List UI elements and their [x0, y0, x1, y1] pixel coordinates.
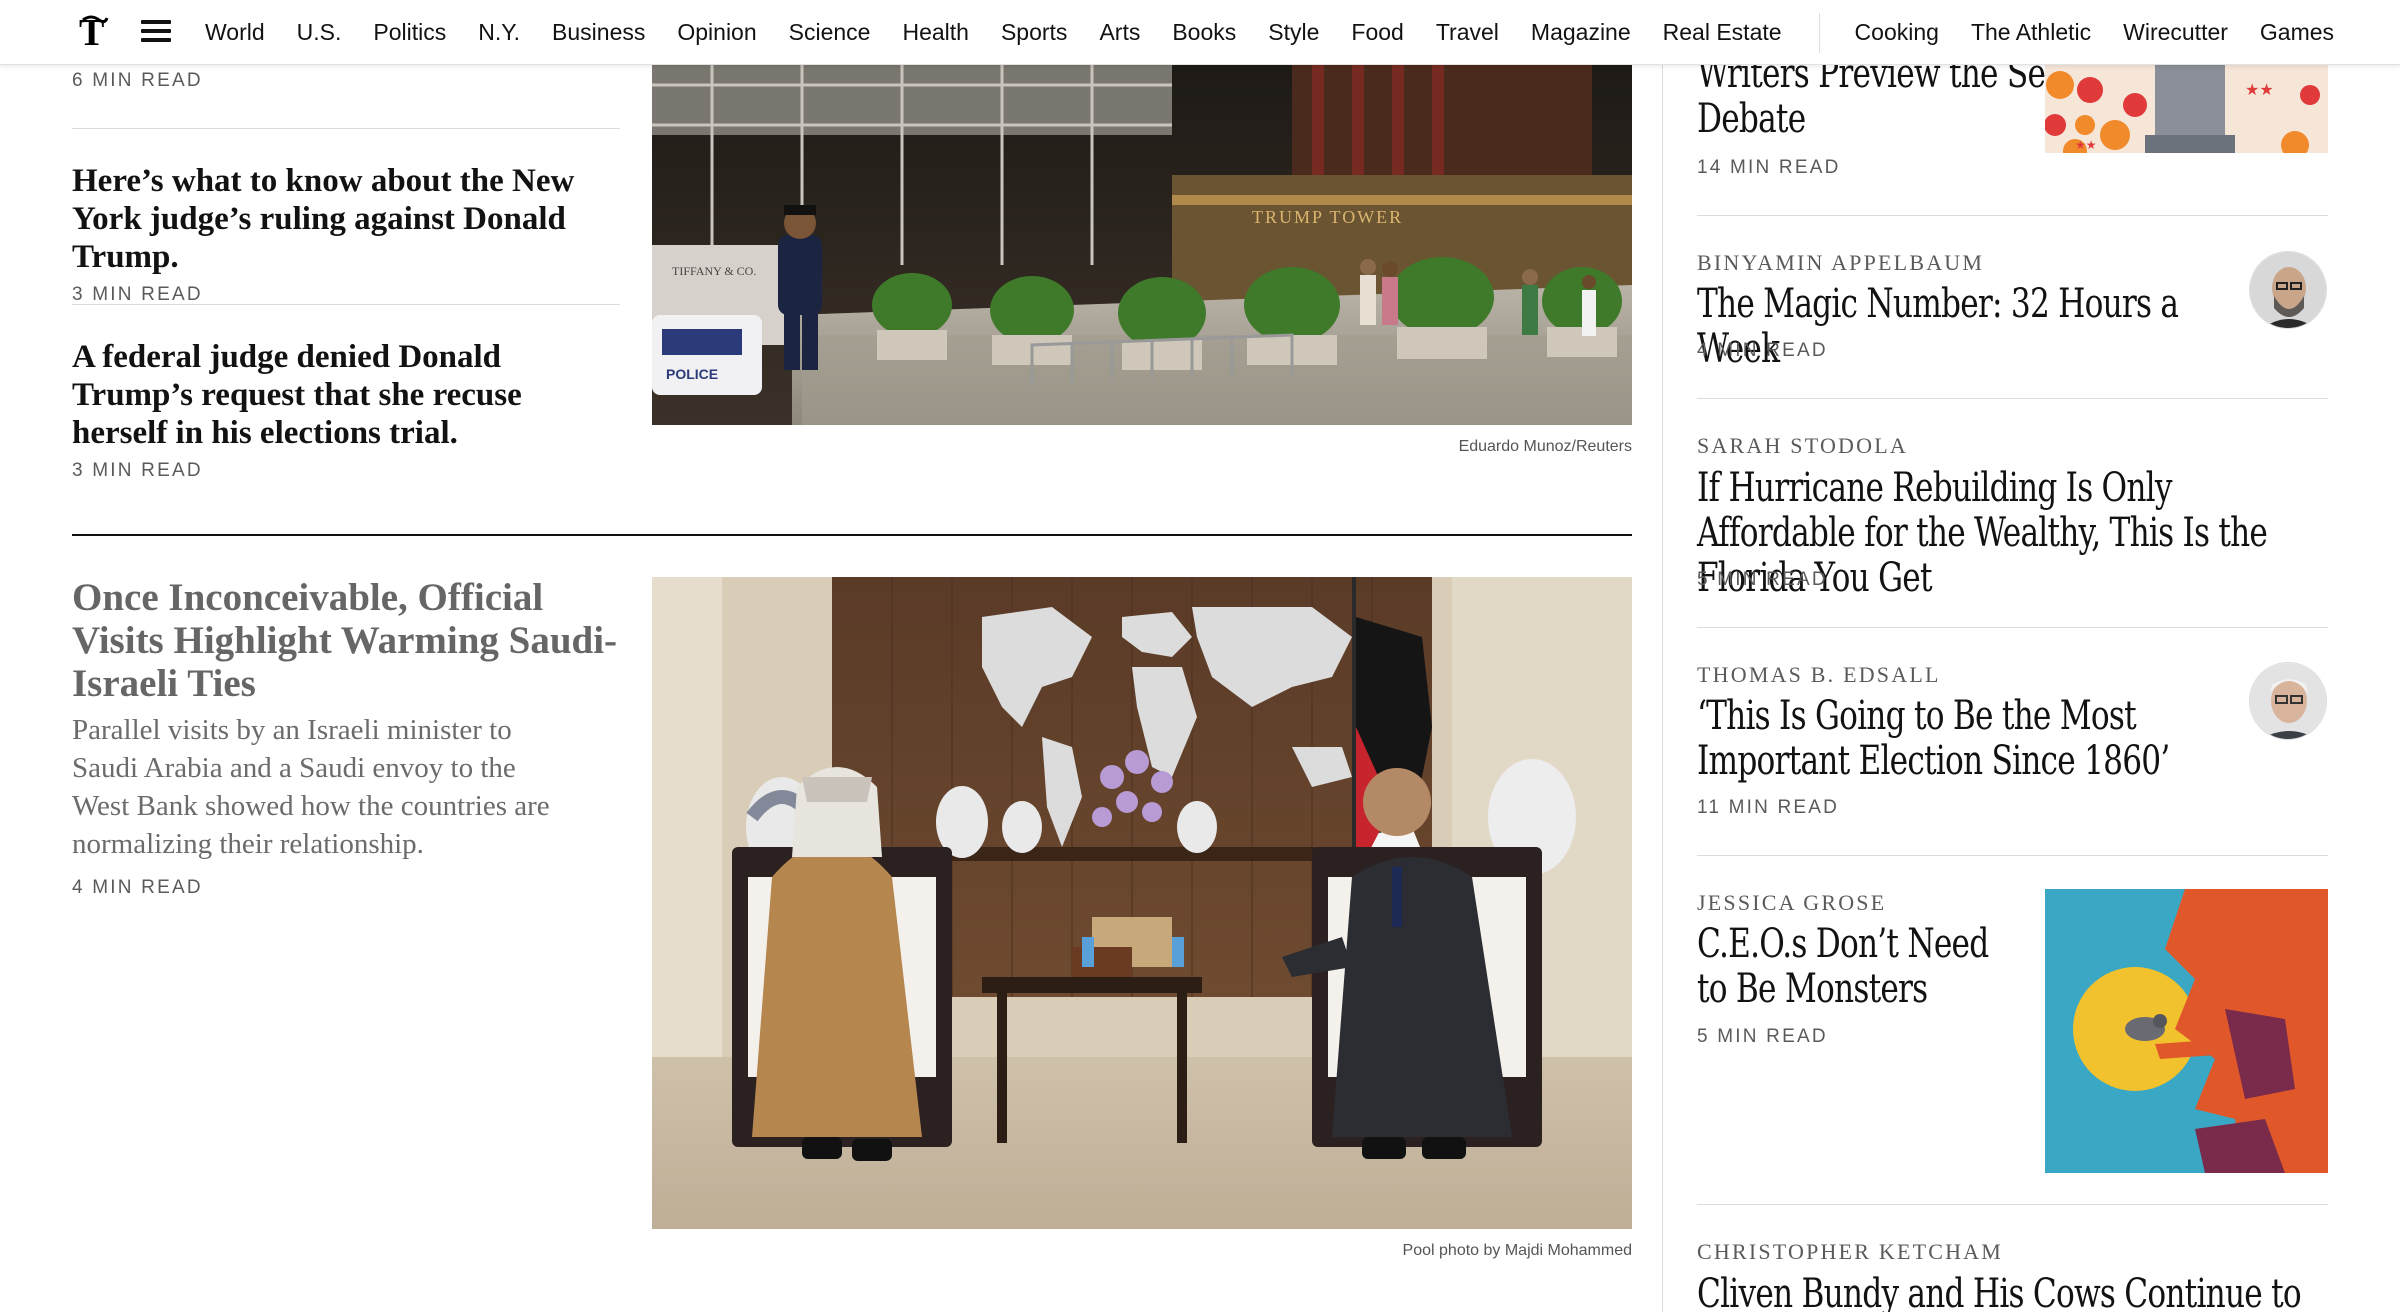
nav-ny[interactable]: N.Y.: [478, 19, 520, 46]
story1-minread: 3 MIN READ: [72, 284, 203, 305]
story3[interactable]: Once Inconceivable, Official Visits High…: [72, 576, 620, 899]
nav-science[interactable]: Science: [789, 19, 871, 46]
gop-debate-illustration[interactable]: ★★ ★★: [2045, 65, 2328, 153]
nav-cooking[interactable]: Cooking: [1855, 19, 1939, 46]
opinion-headline[interactable]: Cliven Bundy and His Cows Continue to Fl…: [1697, 1272, 2337, 1312]
divider: [72, 304, 620, 305]
photo-credit: Eduardo Munoz/Reuters: [1458, 438, 1632, 455]
opinion-headline[interactable]: ‘This Is Going to Be the Most Important …: [1697, 694, 2243, 784]
opinion-author[interactable]: SARAH STODOLA: [1697, 433, 1908, 459]
opinion-minread: 5 MIN READ: [1697, 1026, 1828, 1047]
opinion-minread: 5 MIN READ: [1697, 569, 1828, 590]
opinion-minread: 11 MIN READ: [1697, 797, 1840, 818]
story0-minread: 6 MIN READ: [72, 70, 203, 91]
column-divider: [1662, 65, 1663, 1312]
opinion-item[interactable]: C.E.O.s Don’t Need to Be Monsters: [1697, 922, 2017, 1012]
ceo-illustration[interactable]: [2045, 889, 2328, 1173]
saudi-meeting-photo[interactable]: [652, 577, 1632, 1229]
section-nav: World U.S. Politics N.Y. Business Opinio…: [205, 0, 2366, 65]
opinion-minread: 4 MIN READ: [1697, 340, 1828, 361]
divider: [72, 128, 620, 129]
nav-style[interactable]: Style: [1268, 19, 1319, 46]
opinion-author[interactable]: THOMAS B. EDSALL: [1697, 662, 1941, 688]
svg-text:TRUMP TOWER: TRUMP TOWER: [1252, 207, 1403, 227]
nav-travel[interactable]: Travel: [1436, 19, 1499, 46]
author-avatar[interactable]: [2249, 251, 2327, 329]
opinion-minread: 14 MIN READ: [1697, 157, 1841, 178]
nav-magazine[interactable]: Magazine: [1531, 19, 1631, 46]
photo-credit: Pool photo by Majdi Mohammed: [1402, 1242, 1632, 1259]
opinion-item[interactable]: ‘This Is Going to Be the Most Important …: [1697, 694, 2257, 784]
nav-us[interactable]: U.S.: [297, 19, 342, 46]
story2-minread: 3 MIN READ: [72, 460, 203, 481]
nav-business[interactable]: Business: [552, 19, 645, 46]
opinion-author[interactable]: CHRISTOPHER KETCHAM: [1697, 1239, 2003, 1265]
nav-wirecutter[interactable]: Wirecutter: [2123, 19, 2228, 46]
divider: [1697, 215, 2328, 216]
nav-health[interactable]: Health: [902, 19, 968, 46]
svg-text:★★: ★★: [2245, 80, 2274, 99]
nyt-logo-icon[interactable]: T: [77, 12, 109, 54]
section-divider: [72, 534, 1632, 536]
trump-tower-photo[interactable]: TRUMP TOWER TIFFANY & CO. POLICE: [652, 65, 1632, 425]
story2[interactable]: A federal judge denied Donald Trump’s re…: [72, 338, 620, 482]
divider: [1697, 855, 2328, 856]
story1-headline[interactable]: Here’s what to know about the New York j…: [72, 162, 620, 276]
story2-headline[interactable]: A federal judge denied Donald Trump’s re…: [72, 338, 620, 452]
svg-text:★★: ★★: [2075, 138, 2097, 152]
nav-opinion[interactable]: Opinion: [677, 19, 756, 46]
nav-the-athletic[interactable]: The Athletic: [1971, 19, 2091, 46]
opinion-author[interactable]: BINYAMIN APPELBAUM: [1697, 250, 1984, 276]
svg-text:POLICE: POLICE: [666, 366, 718, 382]
opinion-headline[interactable]: C.E.O.s Don’t Need to Be Monsters: [1697, 922, 1993, 1012]
nav-sports[interactable]: Sports: [1001, 19, 1067, 46]
nav-food[interactable]: Food: [1351, 19, 1403, 46]
divider: [1697, 398, 2328, 399]
nav-politics[interactable]: Politics: [373, 19, 446, 46]
nav-arts[interactable]: Arts: [1099, 19, 1140, 46]
story3-headline[interactable]: Once Inconceivable, Official Visits High…: [72, 576, 620, 705]
menu-icon[interactable]: [141, 20, 171, 42]
story3-minread: 4 MIN READ: [72, 877, 203, 898]
top-navigation: T World U.S. Politics N.Y. Business Opin…: [0, 0, 2400, 65]
nav-world[interactable]: World: [205, 19, 265, 46]
story3-summary: Parallel visits by an Israeli minister t…: [72, 714, 550, 860]
svg-text:TIFFANY & CO.: TIFFANY & CO.: [672, 264, 756, 278]
opinion-author[interactable]: JESSICA GROSE: [1697, 890, 1886, 916]
nav-books[interactable]: Books: [1172, 19, 1236, 46]
author-avatar[interactable]: [2249, 662, 2327, 740]
divider: [1697, 627, 2328, 628]
divider: [1697, 1204, 2328, 1205]
nav-real-estate[interactable]: Real Estate: [1663, 19, 1782, 46]
story1[interactable]: Here’s what to know about the New York j…: [72, 162, 620, 306]
nav-games[interactable]: Games: [2260, 19, 2334, 46]
opinion-item[interactable]: Cliven Bundy and His Cows Continue to Fl…: [1697, 1272, 2317, 1312]
nav-divider: [1818, 12, 1820, 53]
